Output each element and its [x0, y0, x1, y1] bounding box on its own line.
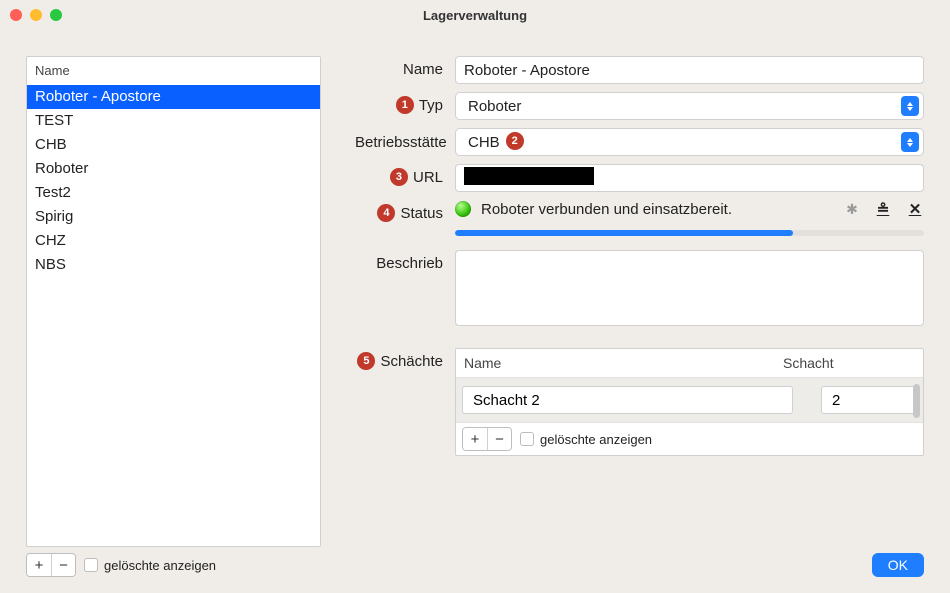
chevron-updown-icon [901, 96, 919, 116]
schaechte-footer: + − gelöschte anzeigen [456, 422, 923, 455]
url-input[interactable] [455, 164, 924, 192]
list-item[interactable]: TEST [27, 109, 320, 133]
list-header-name: Name [27, 57, 320, 85]
show-deleted-label: gelöschte anzeigen [104, 558, 216, 573]
remove-schacht-button[interactable]: − [487, 428, 511, 450]
schaechte-table: Name Schacht + − [455, 348, 924, 456]
add-warehouse-button[interactable]: + [27, 554, 51, 576]
row-status: 4Status Roboter verbunden und einsatzber… [355, 200, 924, 236]
beschrieb-textarea[interactable] [455, 250, 924, 326]
schacht-show-deleted-label: gelöschte anzeigen [540, 432, 652, 447]
col-schacht: Schacht [775, 349, 905, 377]
status-progress [455, 230, 924, 236]
row-beschrieb: Beschrieb [355, 250, 924, 326]
schacht-name-input[interactable] [462, 386, 793, 414]
schaechte-header: Name Schacht [456, 349, 923, 378]
annotation-badge-2: 2 [506, 132, 524, 150]
scrollbar-thumb[interactable] [913, 384, 920, 418]
warehouse-listbox[interactable]: Name Roboter - Apostore TEST CHB Roboter… [26, 56, 321, 547]
right-panel: Name 1Typ Roboter Betriebsstätte CHB [355, 56, 924, 577]
status-led-icon [455, 201, 471, 217]
traffic-lights [10, 9, 62, 21]
list-items: Roboter - Apostore TEST CHB Roboter Test… [27, 85, 320, 546]
row-name: Name [355, 56, 924, 84]
connect-icon[interactable]: ≗ [874, 200, 892, 218]
status-text: Roboter verbunden und einsatzbereit. [481, 201, 732, 218]
schacht-show-deleted-wrap[interactable]: gelöschte anzeigen [520, 432, 652, 447]
annotation-badge-3: 3 [390, 168, 408, 186]
betriebsstaette-select[interactable]: CHB 2 [455, 128, 924, 156]
label-url: 3URL [355, 169, 455, 187]
loading-spinner-icon [844, 201, 860, 217]
typ-select-value: Roboter [468, 98, 521, 115]
list-item[interactable]: Roboter [27, 157, 320, 181]
label-status: 4Status [355, 200, 455, 223]
name-input[interactable] [455, 56, 924, 84]
status-progress-fill [455, 230, 793, 236]
label-betriebsstaette: Betriebsstätte [355, 134, 455, 151]
remove-warehouse-button[interactable]: − [51, 554, 75, 576]
schacht-add-remove: + − [462, 427, 512, 451]
chevron-updown-icon [901, 132, 919, 152]
list-item[interactable]: Roboter - Apostore [27, 85, 320, 109]
zoom-window-button[interactable] [50, 9, 62, 21]
schacht-value-input[interactable] [821, 386, 917, 414]
list-controls: + − gelöschte anzeigen [26, 553, 321, 577]
label-beschrieb: Beschrieb [355, 250, 455, 272]
list-item[interactable]: NBS [27, 253, 320, 277]
left-panel: Name Roboter - Apostore TEST CHB Roboter… [26, 56, 321, 577]
schacht-show-deleted-checkbox[interactable] [520, 432, 534, 446]
annotation-badge-1: 1 [396, 96, 414, 114]
typ-select[interactable]: Roboter [455, 92, 924, 120]
col-scroll-gutter [905, 349, 923, 377]
list-item[interactable]: Test2 [27, 181, 320, 205]
show-deleted-checkbox-wrap[interactable]: gelöschte anzeigen [84, 558, 216, 573]
label-typ: 1Typ [355, 97, 455, 115]
close-window-button[interactable] [10, 9, 22, 21]
betriebsstaette-select-value: CHB [468, 134, 500, 151]
row-typ: 1Typ Roboter [355, 92, 924, 120]
row-schaechte: 5Schächte Name Schacht [355, 348, 924, 456]
add-remove-group: + − [26, 553, 76, 577]
list-item[interactable]: CHB [27, 133, 320, 157]
window-title: Lagerverwaltung [0, 8, 950, 23]
annotation-badge-4: 4 [377, 204, 395, 222]
label-name: Name [355, 56, 455, 78]
col-name: Name [456, 349, 775, 377]
list-item[interactable]: CHZ [27, 229, 320, 253]
show-deleted-checkbox[interactable] [84, 558, 98, 572]
titlebar: Lagerverwaltung [0, 0, 950, 30]
footer: OK [355, 541, 924, 577]
schaechte-row[interactable] [456, 378, 923, 422]
add-schacht-button[interactable]: + [463, 428, 487, 450]
redacted-url-value [464, 167, 594, 185]
minimize-window-button[interactable] [30, 9, 42, 21]
ok-button[interactable]: OK [872, 553, 924, 577]
list-item[interactable]: Spirig [27, 205, 320, 229]
row-url: 3URL [355, 164, 924, 192]
label-schaechte: 5Schächte [355, 348, 455, 371]
row-betriebsstaette: Betriebsstätte CHB 2 [355, 128, 924, 156]
status-line: Roboter verbunden und einsatzbereit. ≗ ✕ [455, 200, 924, 218]
content: Name Roboter - Apostore TEST CHB Roboter… [0, 30, 950, 593]
annotation-badge-5: 5 [357, 352, 375, 370]
disconnect-icon[interactable]: ✕ [906, 200, 924, 218]
